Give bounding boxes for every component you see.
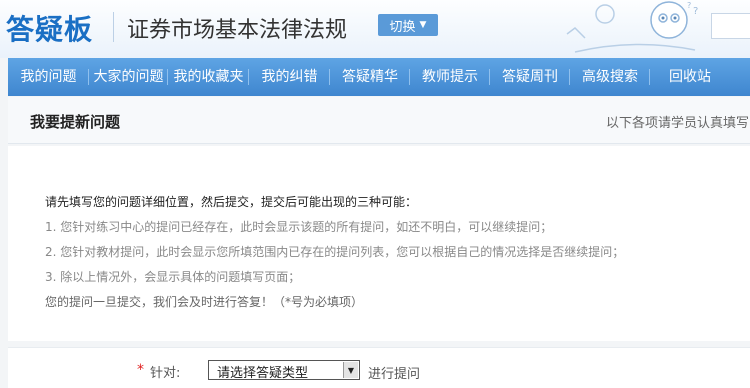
nav-item-recycle-bin[interactable]: 回收站 xyxy=(650,58,730,96)
nav-item-advanced-search[interactable]: 高级搜索 xyxy=(570,58,650,96)
search-input[interactable] xyxy=(711,13,750,39)
nav-item-favorites[interactable]: 我的收藏夹 xyxy=(168,58,249,96)
panel-hint: 以下各项请学员认真填写， xyxy=(606,116,750,131)
notice-item: 3. 除以上情况外，会显示具体的问题填写页面； xyxy=(45,270,301,284)
dropdown-arrow-icon[interactable]: ▼ xyxy=(343,362,358,378)
after-select-text: 进行提问 xyxy=(368,367,421,382)
subject-title: 证券市场基本法律法规 xyxy=(127,18,348,43)
notice-text: 请先填写您的问题详细位置，然后提交，提交后可能出现的三种可能： 1. 您针对练习… xyxy=(45,190,624,315)
svg-text:?: ? xyxy=(687,1,691,10)
nav-item-teacher-tips[interactable]: 教师提示 xyxy=(410,58,490,96)
svg-text:?: ? xyxy=(693,6,698,17)
required-mark: * xyxy=(137,362,144,378)
switch-label: 切换 xyxy=(389,19,416,35)
notice-panel: 请先填写您的问题详细位置，然后提交，提交后可能出现的三种可能： 1. 您针对练习… xyxy=(8,146,750,341)
main-nav: 我的问题 大家的问题 我的收藏夹 我的纠错 答疑精华 教师提示 答疑周刊 高级搜… xyxy=(8,58,750,96)
notice-item: 1. 您针对练习中心的提问已经存在，此时会显示该题的所有提问，如还不明白，可以继… xyxy=(45,220,553,234)
nav-item-all-questions[interactable]: 大家的问题 xyxy=(89,58,168,96)
notice-tail: 您的提问一旦提交，我们会及时进行答复！（*号为必填项） xyxy=(45,295,364,309)
notice-head: 请先填写您的问题详细位置，然后提交，提交后可能出现的三种可能： xyxy=(45,195,418,209)
nav-item-my-questions[interactable]: 我的问题 xyxy=(8,58,89,96)
caret-down-icon: ▼ xyxy=(419,20,427,30)
logo[interactable]: 答疑板 xyxy=(6,8,93,48)
panel-header: 我要提新问题 以下各项请学员认真填写， xyxy=(8,97,750,144)
panel-title: 我要提新问题 xyxy=(30,113,121,131)
nav-item-weekly[interactable]: 答疑周刊 xyxy=(490,58,570,96)
header-divider xyxy=(113,12,114,42)
nav-item-highlights[interactable]: 答疑精华 xyxy=(330,58,410,96)
header: 答疑板 证券市场基本法律法规 切换 ▼ ? ? xyxy=(0,0,750,58)
switch-button[interactable]: 切换 ▼ xyxy=(378,14,438,36)
target-label: 针对: xyxy=(150,366,181,381)
mascot-decoration-icon: ? ? xyxy=(566,1,698,53)
question-form: * 针对: 请选择答疑类型 ▼ 进行提问 xyxy=(8,347,750,388)
question-type-select[interactable]: 请选择答疑类型 ▼ xyxy=(208,360,360,381)
nav-item-corrections[interactable]: 我的纠错 xyxy=(249,58,330,96)
select-value: 请选择答疑类型 xyxy=(217,366,309,381)
notice-item: 2. 您针对教材提问，此时会显示您所填范围内已存在的提问列表，您可以根据自己的情… xyxy=(45,245,625,259)
